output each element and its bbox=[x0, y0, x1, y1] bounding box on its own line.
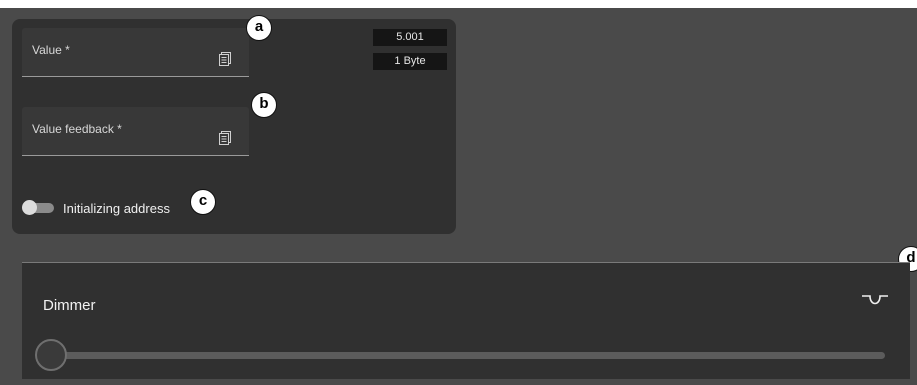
callout-c: c bbox=[190, 189, 216, 215]
canvas: Value * Value feedback * 5.001 1 Byte In… bbox=[0, 8, 917, 385]
address-panel: Value * Value feedback * 5.001 1 Byte In… bbox=[12, 19, 456, 234]
curve-switch-icon[interactable] bbox=[861, 293, 889, 309]
toggle-thumb bbox=[22, 200, 37, 215]
callout-b: b bbox=[251, 92, 277, 118]
initializing-address-toggle[interactable] bbox=[22, 200, 55, 215]
value-field[interactable]: Value * bbox=[22, 28, 249, 77]
value-feedback-field[interactable]: Value feedback * bbox=[22, 107, 249, 156]
dimmer-slider-thumb[interactable] bbox=[35, 339, 67, 371]
value-feedback-field-label: Value feedback * bbox=[32, 122, 122, 136]
callout-a: a bbox=[246, 15, 272, 41]
initializing-address-label: Initializing address bbox=[63, 201, 170, 216]
dimmer-card: Dimmer bbox=[22, 262, 910, 380]
address-tag: 5.001 bbox=[373, 29, 447, 46]
size-tag: 1 Byte bbox=[373, 53, 447, 70]
bottom-strip bbox=[22, 379, 910, 385]
dimmer-slider-track[interactable] bbox=[38, 352, 885, 359]
value-field-label: Value * bbox=[32, 43, 70, 57]
dimmer-title: Dimmer bbox=[43, 297, 96, 314]
document-icon[interactable] bbox=[219, 131, 231, 145]
document-icon[interactable] bbox=[219, 52, 231, 66]
